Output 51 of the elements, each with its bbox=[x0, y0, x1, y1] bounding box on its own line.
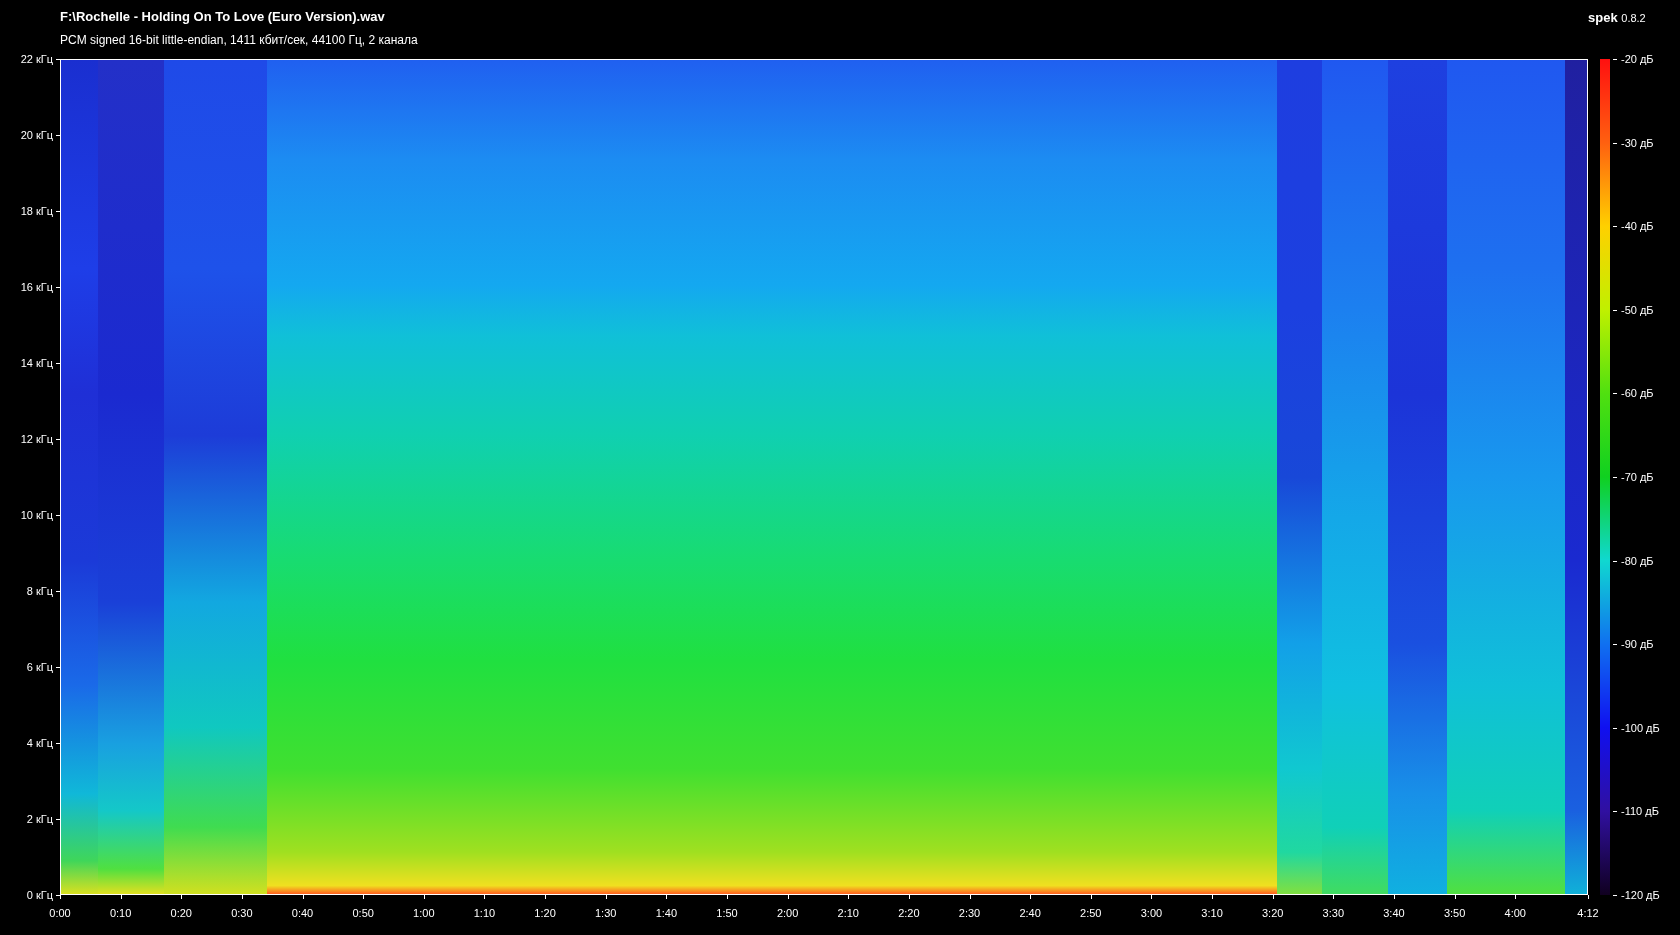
time-label: 1:30 bbox=[595, 907, 617, 919]
time-label: 3:10 bbox=[1201, 907, 1223, 919]
time-label: 2:30 bbox=[958, 907, 981, 919]
time-label: 4:12 bbox=[1577, 907, 1599, 919]
decibel-label: -100 дБ bbox=[1621, 721, 1660, 734]
decibel-label: -60 дБ bbox=[1621, 387, 1654, 400]
time-label: 0:40 bbox=[291, 907, 314, 919]
decibel-label: -110 дБ bbox=[1621, 805, 1659, 818]
decibel-label: -20 дБ bbox=[1621, 53, 1654, 65]
frequency-label: 2 кГц bbox=[26, 813, 53, 825]
frequency-label: 14 кГц bbox=[20, 357, 53, 369]
decibel-label: -80 дБ bbox=[1621, 554, 1654, 567]
file-title: F:\Rochelle - Holding On To Love (Euro Version).wav bbox=[60, 9, 386, 24]
stream-info: PCM signed 16-bit little-endian, 1411 кбит/сек, 44100 Гц, 2 канала bbox=[60, 33, 419, 47]
frequency-label: 16 кГц bbox=[20, 281, 53, 293]
frequency-label: 6 кГц bbox=[26, 661, 53, 673]
time-label: 0:50 bbox=[352, 907, 374, 919]
frequency-label: 8 кГц bbox=[26, 585, 53, 597]
time-label: 1:40 bbox=[655, 907, 678, 919]
decibel-label: -120 дБ bbox=[1621, 889, 1660, 901]
time-label: 2:40 bbox=[1019, 907, 1041, 919]
frequency-label: 12 кГц bbox=[20, 433, 53, 445]
frequency-label: 10 кГц bbox=[20, 509, 53, 521]
time-label: 2:20 bbox=[898, 907, 920, 919]
decibel-label: -90 дБ bbox=[1621, 638, 1654, 651]
time-label: 0:00 bbox=[49, 907, 71, 919]
time-label: 3:20 bbox=[1262, 907, 1284, 919]
time-label: 3:50 bbox=[1443, 907, 1466, 919]
decibel-label: -50 дБ bbox=[1621, 303, 1654, 316]
time-label: 1:50 bbox=[716, 907, 738, 919]
frequency-label: 22 кГц bbox=[20, 53, 53, 65]
frequency-label: 18 кГц bbox=[20, 205, 53, 217]
time-label: 4:00 bbox=[1504, 907, 1526, 919]
frequency-label: 0 кГц bbox=[26, 889, 53, 901]
time-label: 0:20 bbox=[170, 907, 192, 919]
time-label: 3:40 bbox=[1383, 907, 1405, 919]
time-label: 3:00 bbox=[1140, 907, 1163, 919]
time-label: 2:10 bbox=[837, 907, 859, 919]
time-label: 1:20 bbox=[534, 907, 556, 919]
time-label: 2:00 bbox=[776, 907, 799, 919]
time-label: 0:30 bbox=[231, 907, 253, 919]
time-label: 1:10 bbox=[473, 907, 496, 919]
time-label: 2:50 bbox=[1080, 907, 1102, 919]
frequency-label: 20 кГц bbox=[20, 129, 53, 141]
decibel-label: -30 дБ bbox=[1621, 136, 1654, 149]
decibel-label: -40 дБ bbox=[1621, 220, 1654, 233]
time-label: 0:10 bbox=[109, 907, 132, 919]
time-label: 3:30 bbox=[1322, 907, 1345, 919]
decibel-label: -70 дБ bbox=[1621, 471, 1654, 483]
time-label: 1:00 bbox=[413, 907, 435, 919]
frequency-label: 4 кГц bbox=[26, 737, 53, 749]
